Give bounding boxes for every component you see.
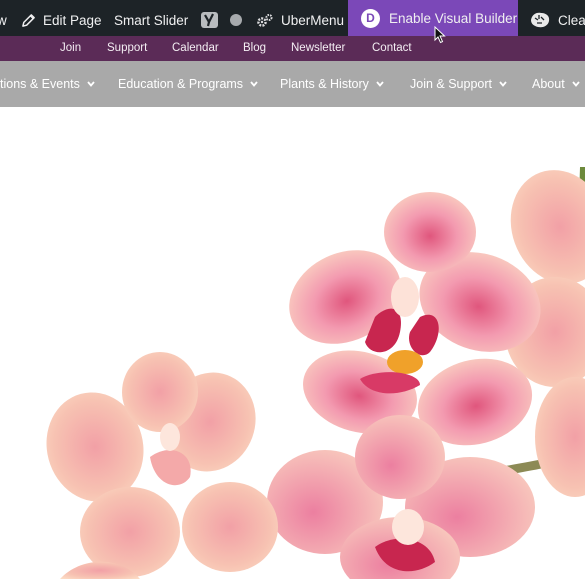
pencil-icon — [21, 13, 36, 28]
smart-slider-button[interactable]: Smart Slider — [114, 0, 188, 40]
divi-icon: D — [361, 8, 380, 28]
clear-cache-button[interactable]: Clea — [529, 0, 585, 40]
clear-label: Clea — [558, 12, 585, 28]
lion-icon — [529, 11, 551, 29]
seo-status-indicator[interactable] — [229, 0, 243, 40]
edit-page-button[interactable]: Edit Page — [21, 0, 102, 40]
main-nav-join-support[interactable]: Join & Support — [410, 77, 507, 91]
main-nav-plants[interactable]: Plants & History — [280, 77, 384, 91]
main-nav-plants-label: Plants & History — [280, 77, 369, 91]
ubermenu-button[interactable]: UberMenu — [256, 0, 344, 40]
main-nav-education[interactable]: Education & Programs — [118, 77, 258, 91]
top-nav-newsletter[interactable]: Newsletter — [291, 42, 345, 54]
hero-orchid-image — [0, 107, 585, 584]
main-nav-education-label: Education & Programs — [118, 77, 244, 91]
edge-label: w — [0, 12, 7, 28]
top-nav-calendar[interactable]: Calendar — [172, 42, 219, 54]
chevron-down-icon — [499, 81, 507, 87]
admin-bar: w Edit Page Smart Slider UberMenu D Enab… — [0, 0, 585, 40]
chevron-down-icon — [87, 81, 95, 87]
chevron-down-icon — [571, 81, 580, 87]
smart-slider-label: Smart Slider — [114, 12, 189, 28]
edit-page-label: Edit Page — [43, 12, 102, 28]
main-nav-join-support-label: Join & Support — [410, 77, 492, 91]
status-dot-icon — [229, 13, 243, 27]
chevron-down-icon — [376, 81, 384, 87]
yoast-icon — [200, 11, 219, 29]
top-nav-contact[interactable]: Contact — [372, 42, 412, 54]
top-nav-join[interactable]: Join — [60, 42, 81, 54]
top-nav-blog[interactable]: Blog — [243, 42, 266, 54]
admin-bar-edge-item[interactable]: w — [0, 0, 7, 40]
enable-visual-builder-button[interactable]: D Enable Visual Builder — [348, 0, 518, 36]
gears-icon — [256, 13, 274, 28]
ubermenu-label: UberMenu — [281, 12, 345, 28]
main-nav: tions & Events Education & Programs Plan… — [0, 61, 585, 107]
main-nav-about-label: About — [532, 77, 565, 91]
chevron-down-icon — [250, 81, 258, 87]
secondary-nav: Join Support Calendar Blog Newsletter Co… — [0, 36, 585, 61]
main-nav-events-label: tions & Events — [0, 77, 80, 91]
yoast-seo-button[interactable] — [200, 0, 219, 40]
main-nav-events[interactable]: tions & Events — [0, 77, 95, 91]
cursor-icon — [434, 25, 446, 49]
enable-visual-builder-label: Enable Visual Builder — [389, 10, 518, 26]
top-nav-support[interactable]: Support — [107, 42, 147, 54]
main-nav-about[interactable]: About — [532, 77, 580, 91]
